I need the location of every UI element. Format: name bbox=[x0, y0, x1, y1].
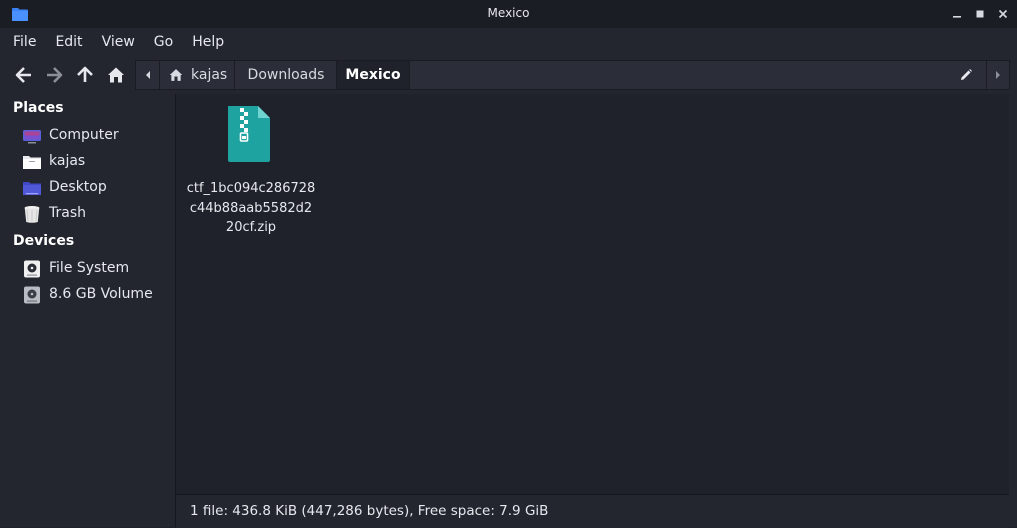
breadcrumb-current[interactable]: Mexico bbox=[337, 61, 410, 89]
home-icon bbox=[108, 67, 124, 83]
menu-view[interactable]: View bbox=[96, 34, 141, 50]
pencil-icon bbox=[961, 69, 972, 80]
devices-header: Devices bbox=[13, 233, 75, 249]
trash-icon bbox=[24, 206, 40, 223]
path-scroll-right-button[interactable] bbox=[986, 61, 1009, 89]
menu-go[interactable]: Go bbox=[148, 34, 179, 50]
window-title: Mexico bbox=[487, 6, 530, 20]
forward-button[interactable] bbox=[43, 64, 65, 86]
chevron-right-icon bbox=[996, 71, 1000, 79]
sidebar-item-file-system[interactable]: File System bbox=[0, 256, 175, 282]
sidebar: Places Computer kajas Desktop Trash Devi… bbox=[0, 94, 176, 527]
file-view[interactable]: ctf_1bc094c286728c44b88aab5582d220cf.zip bbox=[176, 94, 1009, 494]
file-name: ctf_1bc094c286728c44b88aab5582d220cf.zip bbox=[186, 181, 316, 235]
breadcrumb-downloads[interactable]: Downloads bbox=[236, 61, 337, 89]
drive-icon bbox=[24, 286, 40, 304]
path-bar: kajas Downloads Mexico bbox=[135, 60, 1010, 90]
menu-file[interactable]: File bbox=[7, 34, 42, 50]
status-text: 1 file: 436.8 KiB (447,286 bytes), Free … bbox=[190, 503, 549, 519]
arrow-left-icon bbox=[15, 67, 31, 83]
menu-edit[interactable]: Edit bbox=[49, 34, 88, 50]
edit-location-button[interactable] bbox=[956, 66, 976, 84]
sidebar-item-label: Trash bbox=[49, 205, 86, 221]
arrow-up-icon bbox=[77, 66, 93, 82]
breadcrumb-home[interactable]: kajas bbox=[160, 61, 235, 89]
home-folder-icon bbox=[23, 156, 41, 169]
minimize-button[interactable] bbox=[948, 5, 966, 23]
file-item[interactable]: ctf_1bc094c286728c44b88aab5582d220cf.zip bbox=[186, 104, 316, 235]
sidebar-item-label: 8.6 GB Volume bbox=[49, 286, 153, 302]
home-button[interactable] bbox=[105, 64, 127, 86]
title-bar[interactable]: Mexico bbox=[0, 0, 1017, 28]
sidebar-item-label: Computer bbox=[49, 127, 119, 143]
scrollbar-track[interactable] bbox=[1009, 94, 1017, 527]
close-icon bbox=[998, 9, 1008, 19]
maximize-icon bbox=[976, 10, 984, 18]
sidebar-item-desktop[interactable]: Desktop bbox=[0, 175, 175, 201]
menu-bar: File Edit View Go Help bbox=[0, 28, 1017, 56]
breadcrumb-label: Mexico bbox=[345, 67, 401, 83]
breadcrumb-label: Downloads bbox=[247, 67, 325, 83]
desktop-icon bbox=[23, 182, 41, 195]
close-button[interactable] bbox=[994, 5, 1012, 23]
home-icon bbox=[169, 69, 183, 81]
chevron-left-icon bbox=[145, 71, 150, 79]
back-button[interactable] bbox=[13, 64, 35, 86]
sidebar-item-label: Desktop bbox=[49, 179, 107, 195]
sidebar-item-label: kajas bbox=[49, 153, 86, 169]
file-manager-window: Mexico File Edit View Go Help kajas Down… bbox=[0, 0, 1017, 528]
arrow-right-icon bbox=[47, 67, 63, 83]
sidebar-item-kajas[interactable]: kajas bbox=[0, 149, 175, 175]
menu-help[interactable]: Help bbox=[186, 34, 230, 50]
up-button[interactable] bbox=[74, 64, 96, 86]
breadcrumb-label: kajas bbox=[191, 67, 228, 83]
path-scroll-left-button[interactable] bbox=[136, 61, 160, 89]
maximize-button[interactable] bbox=[971, 5, 989, 23]
zip-archive-icon bbox=[228, 106, 270, 162]
sidebar-item-trash[interactable]: Trash bbox=[0, 201, 175, 227]
sidebar-item-volume[interactable]: 8.6 GB Volume bbox=[0, 282, 175, 308]
status-bar: 1 file: 436.8 KiB (447,286 bytes), Free … bbox=[176, 494, 1009, 528]
sidebar-item-computer[interactable]: Computer bbox=[0, 123, 175, 149]
sidebar-item-label: File System bbox=[49, 260, 130, 276]
minimize-icon bbox=[953, 16, 961, 18]
drive-icon bbox=[24, 260, 40, 278]
places-header: Places bbox=[13, 100, 64, 116]
computer-icon bbox=[23, 130, 41, 144]
